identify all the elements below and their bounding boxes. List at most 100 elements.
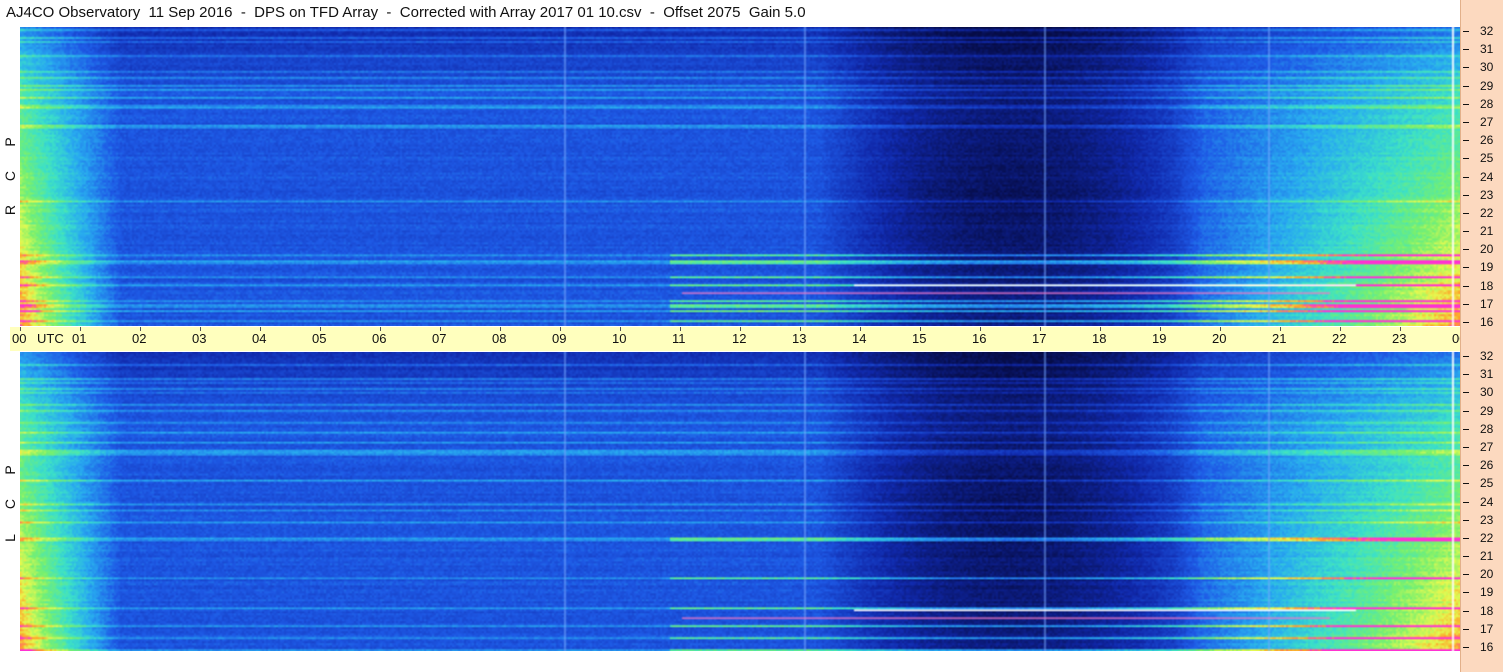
- frequency-tick-mark: [1463, 501, 1469, 503]
- frequency-tick-mark: [1463, 212, 1469, 214]
- frequency-tick-mark: [1463, 356, 1469, 357]
- time-tick-label: 06: [372, 331, 387, 346]
- time-tick-label: 15: [912, 331, 927, 346]
- frequency-tick-mark: [1463, 121, 1469, 123]
- time-tick-mark: [860, 327, 861, 331]
- time-tick-mark: [1400, 327, 1401, 331]
- frequency-tick-mark: [1463, 610, 1469, 612]
- time-tick-mark: [440, 327, 441, 331]
- time-tick-mark: [680, 327, 681, 331]
- frequency-tick-label: 17: [1480, 296, 1494, 311]
- side-letter: P: [2, 465, 18, 475]
- frequency-tick-mark: [1463, 647, 1469, 648]
- time-tick-mark: [1160, 327, 1161, 331]
- time-tick-label: 14: [852, 331, 867, 346]
- time-tick-mark: [1280, 327, 1281, 331]
- frequency-tick-label: 29: [1480, 403, 1494, 418]
- frequency-tick-mark: [1463, 103, 1469, 105]
- frequency-tick-label: 24: [1480, 494, 1494, 509]
- chart-title: AJ4CO Observatory 11 Sep 2016 - DPS on T…: [6, 4, 806, 21]
- time-tick-label: 17: [1032, 331, 1047, 346]
- frequency-tick-label: 19: [1480, 585, 1494, 600]
- frequency-tick-label: 23: [1480, 512, 1494, 527]
- polarization-label-lcp: P C L: [0, 448, 20, 558]
- time-tick-mark: [260, 327, 261, 331]
- time-tick-label: 04: [252, 331, 267, 346]
- time-tick-mark: [320, 327, 321, 331]
- time-tick-label: 12: [732, 331, 747, 346]
- side-letter: R: [2, 204, 18, 216]
- time-tick-mark: [380, 327, 381, 331]
- time-tick-mark: [1040, 327, 1041, 331]
- time-tick-label: UTC: [37, 331, 64, 346]
- frequency-tick-mark: [1463, 322, 1469, 323]
- frequency-tick-mark: [1463, 31, 1469, 32]
- time-tick-label: 05: [312, 331, 327, 346]
- frequency-tick-mark: [1463, 392, 1469, 394]
- frequency-tick-label: 28: [1480, 96, 1494, 111]
- frequency-tick-label: 27: [1480, 439, 1494, 454]
- frequency-tick-mark: [1463, 574, 1469, 576]
- frequency-tick-mark: [1463, 49, 1469, 51]
- frequency-tick-mark: [1463, 537, 1469, 539]
- time-tick-mark: [1340, 327, 1341, 331]
- frequency-tick-label: 32: [1480, 24, 1494, 38]
- frequency-tick-label: 20: [1480, 567, 1494, 582]
- side-letter: L: [2, 534, 18, 542]
- time-tick-mark: [980, 327, 981, 331]
- frequency-tick-mark: [1463, 231, 1469, 233]
- frequency-tick-label: 21: [1480, 224, 1494, 239]
- frequency-tick-label: 22: [1480, 205, 1494, 220]
- frequency-tick-label: 30: [1480, 60, 1494, 75]
- frequency-tick-label: 25: [1480, 151, 1494, 166]
- frequency-tick-mark: [1463, 428, 1469, 430]
- frequency-tick-mark: [1463, 176, 1469, 178]
- frequency-tick-mark: [1463, 140, 1469, 142]
- frequency-tick-mark: [1463, 374, 1469, 376]
- frequency-tick-label: 24: [1480, 169, 1494, 184]
- side-letter: C: [2, 170, 18, 182]
- side-letter: C: [2, 498, 18, 510]
- frequency-tick-mark: [1463, 158, 1469, 160]
- frequency-tick-label: 21: [1480, 549, 1494, 564]
- frequency-tick-mark: [1463, 556, 1469, 558]
- time-tick-label: 08: [492, 331, 507, 346]
- time-tick-mark: [620, 327, 621, 331]
- time-tick-label: 13: [792, 331, 807, 346]
- time-axis-band: 00 UTC 01 02 03 04 05 06 07 08 09 10 11 12 13 14 15 16 17 1…: [10, 327, 1503, 351]
- frequency-tick-label: 31: [1480, 42, 1494, 57]
- frequency-tick-label: 26: [1480, 458, 1494, 473]
- time-tick-label: 01: [72, 331, 87, 346]
- frequency-tick-label: 18: [1480, 603, 1494, 618]
- time-tick-label: 19: [1152, 331, 1167, 346]
- frequency-tick-label: 26: [1480, 133, 1494, 148]
- time-tick-label: 07: [432, 331, 447, 346]
- frequency-tick-mark: [1463, 249, 1469, 251]
- time-tick-label: 09: [552, 331, 567, 346]
- frequency-tick-mark: [1463, 519, 1469, 521]
- frequency-tick-mark: [1463, 194, 1469, 196]
- time-tick-label: 10: [612, 331, 627, 346]
- time-tick-mark: [20, 327, 21, 331]
- frequency-tick-mark: [1463, 85, 1469, 87]
- frequency-tick-label: 18: [1480, 278, 1494, 293]
- frequency-tick-label: 16: [1480, 640, 1494, 654]
- frequency-tick-label: 17: [1480, 621, 1494, 636]
- time-tick-label: 02: [132, 331, 147, 346]
- frequency-tick-label: 32: [1480, 349, 1494, 363]
- time-tick-mark: [560, 327, 561, 331]
- time-tick-label: 03: [192, 331, 207, 346]
- side-letter: P: [2, 137, 18, 147]
- time-tick-mark: [200, 327, 201, 331]
- time-tick-mark: [80, 327, 81, 331]
- frequency-tick-label: 16: [1480, 315, 1494, 329]
- frequency-tick-mark: [1463, 483, 1469, 485]
- time-tick-mark: [140, 327, 141, 331]
- frequency-tick-mark: [1463, 465, 1469, 467]
- spectrogram-lcp: [20, 352, 1460, 651]
- frequency-tick-mark: [1463, 410, 1469, 412]
- frequency-tick-label: 29: [1480, 78, 1494, 93]
- time-tick-label: 22: [1332, 331, 1347, 346]
- frequency-tick-mark: [1463, 592, 1469, 594]
- time-tick-mark: [500, 327, 501, 331]
